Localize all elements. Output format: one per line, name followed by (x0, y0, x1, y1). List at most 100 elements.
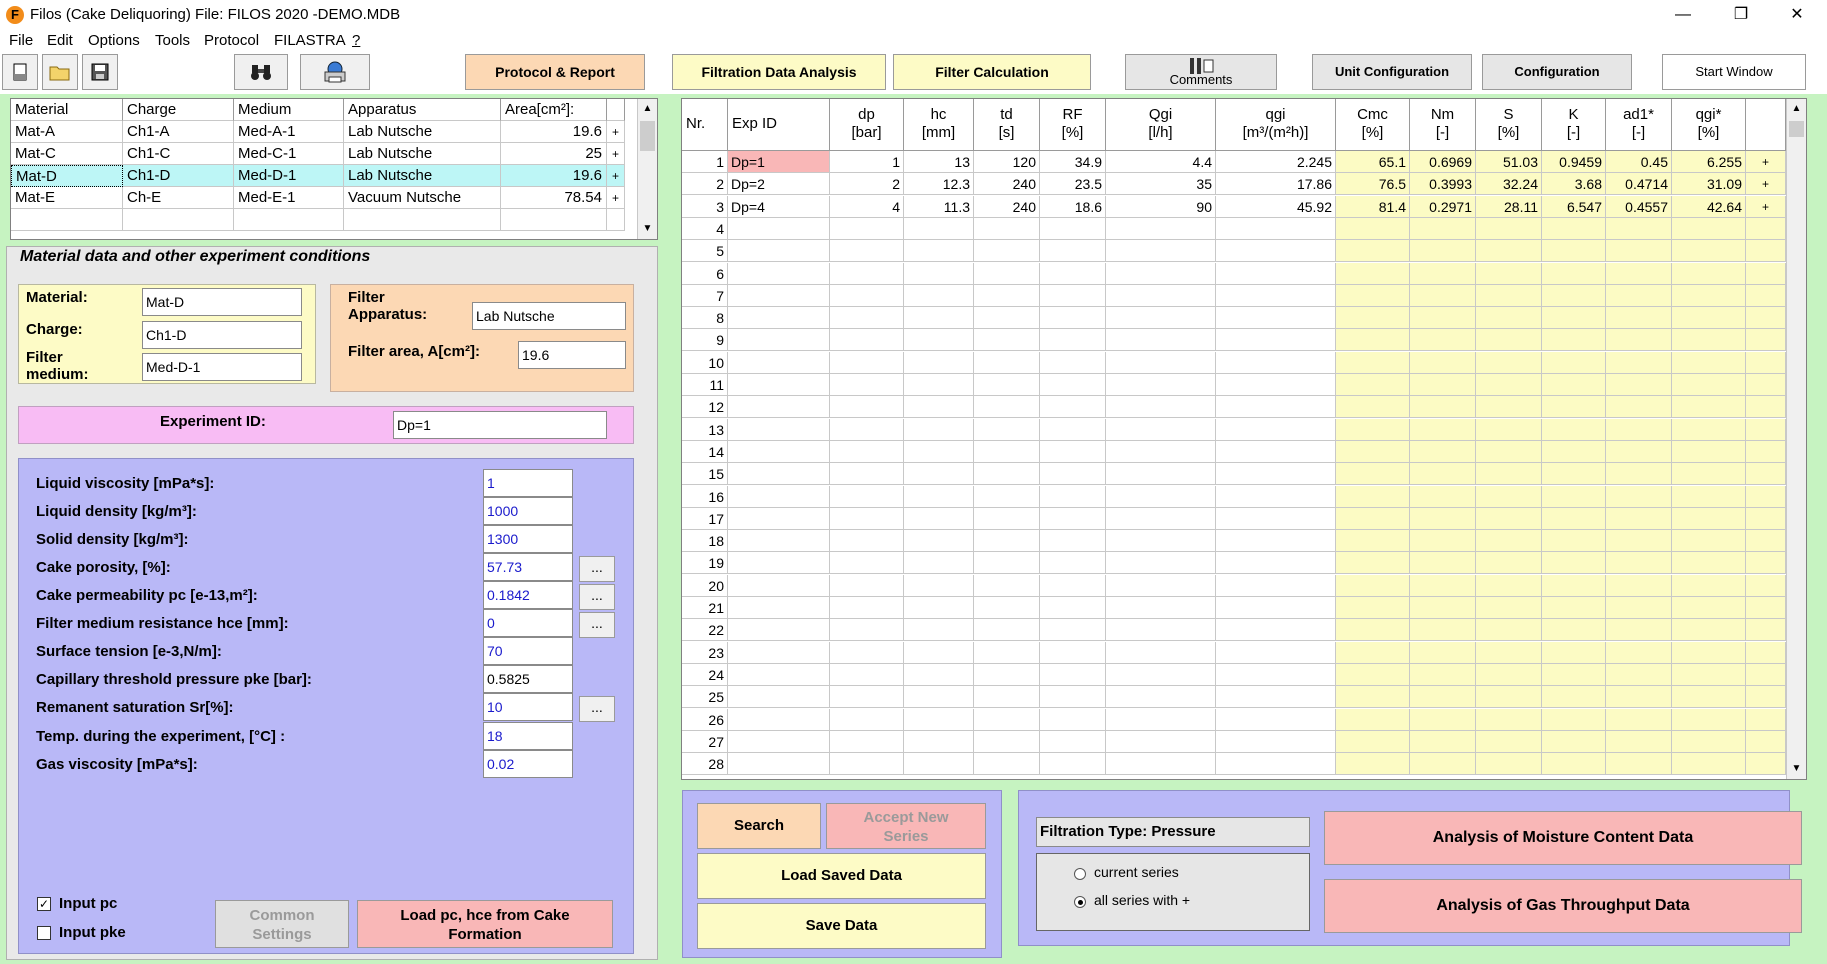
grid-cell[interactable]: 51.03 (1476, 151, 1542, 173)
grid-cell[interactable] (1106, 240, 1216, 263)
grid-cell[interactable]: 2.245 (1216, 151, 1336, 173)
grid-cell[interactable]: 12.3 (904, 173, 974, 196)
materials-scrollbar[interactable]: ▲ ▼ (637, 99, 657, 239)
grid-cell[interactable] (974, 641, 1040, 664)
grid-cell[interactable] (1216, 307, 1336, 330)
grid-cell[interactable] (1040, 440, 1106, 463)
grid-cell[interactable] (1606, 574, 1672, 597)
grid-cell[interactable] (1746, 730, 1786, 753)
grid-cell[interactable] (904, 418, 974, 441)
grid-cell[interactable] (728, 663, 830, 686)
grid-cell[interactable] (1542, 284, 1606, 307)
grid-cell[interactable] (1746, 374, 1786, 396)
grid-cell[interactable] (1106, 307, 1216, 330)
grid-cell[interactable] (728, 217, 830, 240)
grid-cell[interactable] (974, 686, 1040, 709)
grid-cell[interactable] (1410, 240, 1476, 263)
grid-cell[interactable] (1476, 597, 1542, 619)
accept-new-series-button[interactable]: Accept New Series (826, 803, 986, 849)
grid-cell[interactable] (1746, 463, 1786, 486)
grid-cell[interactable] (1106, 351, 1216, 374)
grid-cell[interactable] (1106, 440, 1216, 463)
grid-cell[interactable] (1542, 396, 1606, 419)
print-button[interactable] (300, 54, 370, 90)
grid-cell[interactable] (1410, 730, 1476, 753)
grid-cell[interactable] (1106, 507, 1216, 530)
search-button[interactable]: Search (697, 803, 821, 849)
grid-cell[interactable] (1476, 217, 1542, 240)
grid-cell[interactable] (1040, 530, 1106, 553)
grid-cell[interactable] (1040, 753, 1106, 776)
grid-cell[interactable] (974, 240, 1040, 263)
grid-cell[interactable] (728, 418, 830, 441)
grid-cell[interactable] (1106, 530, 1216, 553)
grid-cell[interactable] (1746, 663, 1786, 686)
grid-cell[interactable] (1606, 708, 1672, 731)
grid-cell[interactable] (1606, 374, 1672, 396)
grid-cell[interactable] (1410, 552, 1476, 575)
grid-cell[interactable] (728, 262, 830, 285)
grid-cell[interactable] (830, 530, 904, 553)
grid-cell[interactable] (974, 418, 1040, 441)
grid-cell[interactable] (1542, 663, 1606, 686)
grid-cell[interactable] (1476, 440, 1542, 463)
grid-cell[interactable] (1106, 753, 1216, 776)
grid-cell[interactable] (1336, 240, 1410, 263)
grid-cell[interactable] (1672, 440, 1746, 463)
grid-cell[interactable] (830, 485, 904, 508)
grid-cell[interactable] (1106, 418, 1216, 441)
param-field[interactable]: 1300 (483, 525, 573, 553)
grid-header-cell[interactable]: qgi* [%] (1672, 99, 1746, 151)
grid-cell[interactable] (1672, 485, 1746, 508)
grid-cell[interactable]: 45.92 (1216, 195, 1336, 218)
param-field[interactable]: 0.02 (483, 750, 573, 778)
grid-cell[interactable] (728, 753, 830, 776)
grid-cell[interactable] (1336, 284, 1410, 307)
protocol-report-button[interactable]: Protocol & Report (465, 54, 645, 90)
grid-cell[interactable] (728, 396, 830, 419)
grid-row[interactable]: 28 (682, 753, 1786, 776)
grid-cell[interactable] (830, 552, 904, 575)
grid-cell[interactable] (1672, 619, 1746, 642)
grid-cell[interactable] (1542, 463, 1606, 486)
grid-row[interactable]: 15 (682, 463, 1786, 486)
grid-cell[interactable]: 65.1 (1336, 151, 1410, 173)
grid-cell[interactable] (1476, 284, 1542, 307)
grid-cell[interactable] (1106, 217, 1216, 240)
menu-protocol[interactable]: Protocol (204, 30, 259, 52)
grid-cell[interactable] (904, 574, 974, 597)
grid-cell[interactable] (830, 329, 904, 352)
grid-cell[interactable] (1476, 396, 1542, 419)
grid-row[interactable]: 23 (682, 641, 1786, 664)
grid-cell[interactable] (1606, 418, 1672, 441)
grid-cell[interactable] (1542, 351, 1606, 374)
grid-cell[interactable] (1216, 284, 1336, 307)
grid-cell[interactable] (1746, 686, 1786, 709)
grid-cell[interactable] (1410, 351, 1476, 374)
grid-cell[interactable] (1336, 374, 1410, 396)
grid-cell[interactable] (904, 284, 974, 307)
grid-cell[interactable] (1746, 240, 1786, 263)
grid-row[interactable]: 27 (682, 730, 1786, 753)
grid-cell[interactable] (1336, 574, 1410, 597)
maximize-icon[interactable]: ❐ (1718, 2, 1764, 28)
grid-cell[interactable] (728, 574, 830, 597)
grid-cell[interactable] (830, 374, 904, 396)
grid-cell[interactable] (904, 396, 974, 419)
grid-cell[interactable] (830, 284, 904, 307)
grid-header-cell[interactable]: Qgi [l/h] (1106, 99, 1216, 151)
grid-cell[interactable] (904, 440, 974, 463)
grid-cell[interactable] (1106, 574, 1216, 597)
grid-cell[interactable] (1106, 730, 1216, 753)
grid-scrollbar[interactable]: ▲ ▼ (1786, 99, 1806, 779)
grid-cell[interactable] (1672, 753, 1746, 776)
grid-cell[interactable] (728, 485, 830, 508)
grid-cell[interactable]: 90 (1106, 195, 1216, 218)
grid-cell[interactable]: 120 (974, 151, 1040, 173)
grid-cell[interactable] (1606, 663, 1672, 686)
grid-cell[interactable] (728, 530, 830, 553)
grid-cell[interactable] (1476, 530, 1542, 553)
grid-cell[interactable] (1672, 708, 1746, 731)
grid-cell[interactable] (1216, 619, 1336, 642)
grid-cell[interactable] (728, 440, 830, 463)
